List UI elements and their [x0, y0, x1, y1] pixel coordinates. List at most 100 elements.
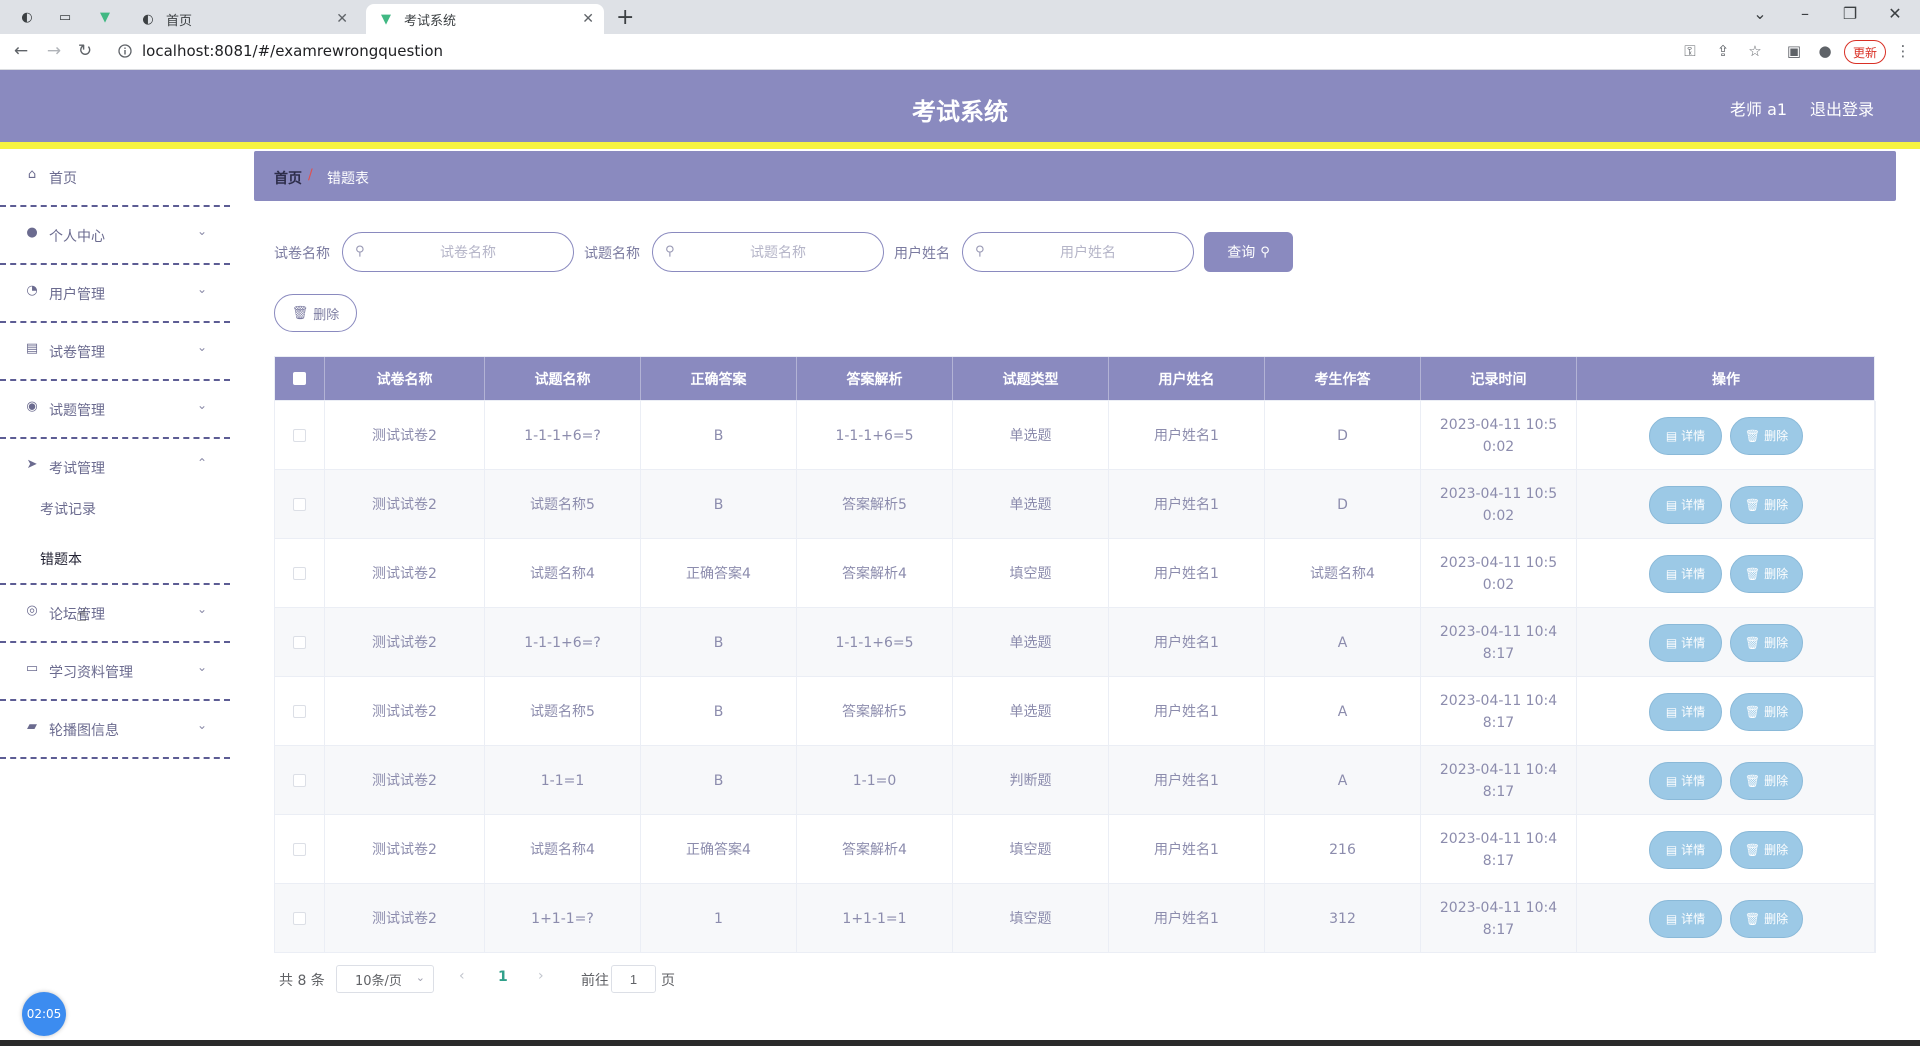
detail-button[interactable]: ▤ 详情 [1649, 485, 1722, 524]
row-checkbox[interactable] [293, 843, 306, 856]
sidebar-item-label: 学习资料管理 [49, 665, 133, 681]
table-row: 测试试卷2 试题名称4 正确答案4 答案解析4 填空题 用户姓名1 216 2023-04-1… [275, 814, 1876, 884]
row-checkbox[interactable] [293, 429, 306, 442]
paper-name-input[interactable] [373, 233, 563, 271]
table-cell: 2023-04-11 10:50:02 [1421, 470, 1577, 539]
sidebar-item-home[interactable]: ⌂ 首页 [0, 149, 230, 207]
row-checkbox[interactable] [293, 498, 306, 511]
delete-button[interactable]: 🗑 删除 [1730, 761, 1803, 800]
detail-icon: ▤ [1665, 842, 1678, 857]
close-icon[interactable]: ✕ [336, 11, 348, 27]
delete-button[interactable]: 🗑 删除 [1730, 830, 1803, 869]
header-select-all[interactable] [275, 357, 325, 400]
paper-name-field[interactable]: ⚲ [342, 232, 574, 272]
detail-button[interactable]: ▤ 详情 [1649, 830, 1722, 869]
delete-button[interactable]: 🗑 删除 [1730, 416, 1803, 455]
sidebar-item-questions[interactable]: ◉ 试题管理 ⌄ [0, 381, 230, 439]
sidebar-item-papers[interactable]: ▤ 试卷管理 ⌄ [0, 323, 230, 381]
detail-label: 详情 [1681, 566, 1706, 581]
restore-icon[interactable]: ❐ [1838, 4, 1862, 23]
row-checkbox[interactable] [293, 705, 306, 718]
sidebar-subitem-wrong-book[interactable]: 错题本 [40, 549, 82, 569]
prev-page-icon[interactable]: ‹ [459, 968, 465, 984]
row-checkbox[interactable] [293, 567, 306, 580]
page-number[interactable]: 1 [498, 969, 508, 985]
blank-tab-icon[interactable]: ▭ [56, 8, 74, 26]
table-cell: 2023-04-11 10:50:02 [1421, 539, 1577, 608]
star-icon[interactable]: ☆ [1745, 42, 1765, 60]
new-tab-icon[interactable]: + [616, 5, 634, 30]
table-cell: 判断题 [953, 746, 1109, 815]
clock-badge[interactable]: 02:05 [22, 992, 66, 1036]
delete-label: 删除 [1764, 911, 1789, 926]
sidebar-item-forum[interactable]: ◎ 论坛管理 ⌄ [0, 585, 230, 643]
table-cell: 1-1-1+6=5 [797, 608, 953, 677]
url-field[interactable]: localhost:8081/#/examrewrongquestion [142, 42, 443, 60]
breadcrumb-home[interactable]: 首页 [274, 168, 302, 188]
chevron-down-icon[interactable]: ⌄ [1748, 4, 1772, 23]
detail-button[interactable]: ▤ 详情 [1649, 416, 1722, 455]
table-cell: 1+1-1=? [485, 884, 641, 953]
globe-icon[interactable]: ◐ [18, 8, 36, 26]
user-name-field[interactable]: ⚲ [962, 232, 1194, 272]
back-icon[interactable]: ← [10, 41, 32, 61]
forward-icon[interactable]: → [43, 41, 65, 61]
row-checkbox[interactable] [293, 774, 306, 787]
reload-icon[interactable]: ↻ [74, 41, 96, 61]
page-size-select[interactable]: 10条/页 ⌄ [336, 965, 434, 993]
row-checkbox[interactable] [293, 912, 306, 925]
table-cell: 2023-04-11 10:48:17 [1421, 746, 1577, 815]
wrong-question-table: 试卷名称 试题名称 正确答案 答案解析 试题类型 用户姓名 考生作答 记录时间 操作 测试试卷2… [274, 356, 1876, 953]
delete-button[interactable]: 🗑 删除 [1730, 692, 1803, 731]
sidebar-item-label: 轮播图信息 [49, 723, 119, 739]
user-name-input[interactable] [993, 233, 1183, 271]
select-all-checkbox[interactable] [293, 372, 306, 385]
sidebar-item-profile[interactable]: ● 个人中心 ⌄ [0, 207, 230, 265]
more-icon[interactable]: ⋮ [1893, 42, 1913, 60]
key-icon[interactable]: ⚿ [1680, 42, 1700, 60]
update-button[interactable]: 更新 [1844, 40, 1887, 64]
delete-label: 删除 [1764, 773, 1789, 788]
browser-tab-home[interactable]: ◐ 首页 ✕ [128, 4, 358, 34]
sidebar-item-exams[interactable]: ➤ 考试管理 ⌃ 考试记录 错题本 [0, 439, 230, 585]
share-icon[interactable]: ⇪ [1713, 42, 1733, 60]
browser-tab-exam[interactable]: ▼ 考试系统 ✕ [366, 4, 604, 34]
query-button[interactable]: 查询 ⚲ [1204, 232, 1293, 272]
browser-tab-bar: ◐ ▭ ▼ ◐ 首页 ✕ ▼ 考试系统 ✕ + ⌄ – ❐ ✕ [0, 0, 1920, 34]
breadcrumb-separator: / [308, 167, 313, 183]
delete-button[interactable]: 🗑 删除 [1730, 485, 1803, 524]
question-name-field[interactable]: ⚲ [652, 232, 884, 272]
bulk-delete-button[interactable]: 🗑 删除 [274, 294, 357, 332]
next-page-icon[interactable]: › [538, 968, 544, 984]
header-accent-strip [0, 142, 1920, 149]
sidebar-subitem-exam-records[interactable]: 考试记录 [40, 499, 96, 519]
sidepanel-icon[interactable]: ▣ [1784, 42, 1804, 60]
sidebar-item-carousel[interactable]: ▰ 轮播图信息 ⌄ [0, 701, 230, 759]
delete-button[interactable]: 🗑 删除 [1730, 554, 1803, 593]
detail-button[interactable]: ▤ 详情 [1649, 623, 1722, 662]
delete-button[interactable]: 🗑 删除 [1730, 899, 1803, 938]
info-icon[interactable] [118, 44, 132, 58]
profile-icon[interactable]: ● [1815, 42, 1835, 60]
detail-button[interactable]: ▤ 详情 [1649, 554, 1722, 593]
question-name-input[interactable] [683, 233, 873, 271]
chevron-down-icon: ⌄ [197, 340, 208, 354]
query-label: 查询 [1227, 245, 1256, 261]
minimize-icon[interactable]: – [1793, 4, 1817, 23]
close-window-icon[interactable]: ✕ [1883, 4, 1907, 23]
table-cell: 试题名称4 [485, 539, 641, 608]
delete-button[interactable]: 🗑 删除 [1730, 623, 1803, 662]
close-icon[interactable]: ✕ [582, 11, 594, 27]
goto-page-input[interactable] [611, 965, 656, 993]
detail-button[interactable]: ▤ 详情 [1649, 761, 1722, 800]
detail-button[interactable]: ▤ 详情 [1649, 692, 1722, 731]
row-checkbox[interactable] [293, 636, 306, 649]
sidebar-item-materials[interactable]: ▭ 学习资料管理 ⌄ [0, 643, 230, 701]
sidebar-item-users[interactable]: ◔ 用户管理 ⌄ [0, 265, 230, 323]
vue-icon[interactable]: ▼ [96, 8, 114, 26]
detail-button[interactable]: ▤ 详情 [1649, 899, 1722, 938]
logout-link[interactable]: 退出登录 [1810, 96, 1874, 120]
chevron-down-icon: ⌄ [197, 718, 208, 732]
trash-icon: 🗑 [1744, 497, 1761, 512]
table-cell: 1+1-1=1 [797, 884, 953, 953]
